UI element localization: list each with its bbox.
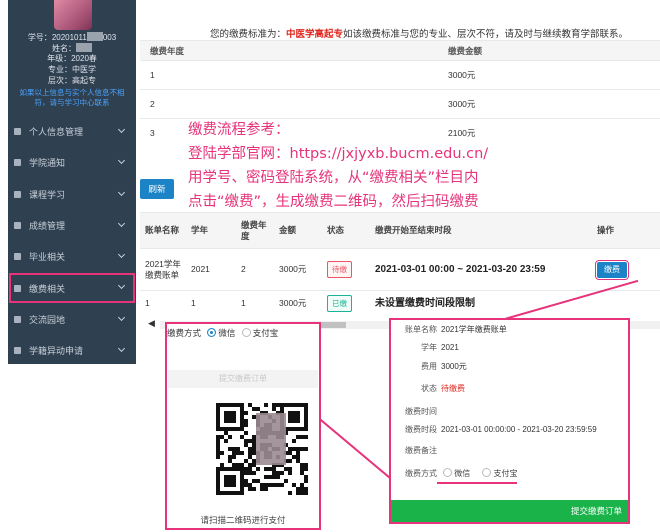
chevron-down-icon — [117, 282, 126, 290]
chevron-down-icon — [117, 125, 126, 134]
sidebar-item-notices[interactable]: 学院通知 — [8, 147, 136, 178]
table-cell: 1 — [186, 290, 236, 317]
annotation-underline — [437, 482, 517, 484]
chevron-down-icon — [117, 157, 126, 165]
chevron-down-icon — [117, 188, 126, 196]
table-cell — [592, 290, 660, 317]
payment-method-selector: 缴费方式 微信 支付宝 — [167, 328, 279, 338]
column-header: 学年 — [186, 212, 236, 249]
menu-icon — [14, 190, 21, 198]
avatar — [54, 0, 92, 30]
table-cell: 已缴 — [322, 290, 370, 317]
table-header-row: 账单名称 学年 缴费年度 金额 状态 缴费开始至结束时段 操作 — [140, 212, 660, 249]
sidebar: 学号：20201011 003 姓名： 年级：2020春 专业：中医学 层次：高起… — [8, 0, 136, 364]
column-header: 状态 — [322, 212, 370, 249]
table-cell: 待缴 — [322, 248, 370, 291]
menu-icon — [14, 284, 21, 292]
table-cell: 2 — [140, 89, 438, 119]
wechat-radio[interactable] — [443, 468, 453, 477]
status-badge: 待缴费 — [441, 384, 465, 393]
chevron-down-icon — [117, 313, 126, 321]
chevron-down-icon — [117, 345, 126, 353]
student-grade: 年级：2020春 — [47, 54, 97, 63]
column-header: 操作 — [592, 212, 660, 249]
table-cell: 1 — [140, 290, 186, 317]
detail-row: 缴费备注 — [405, 446, 437, 455]
redacted-block — [256, 413, 286, 465]
submit-order-button-disabled[interactable]: 提交缴费订单 — [168, 370, 318, 388]
payment-method-selector: 缴费方式 微信 支付宝 — [405, 468, 518, 478]
table-cell: 1 — [236, 290, 274, 317]
table-cell: 2021 — [186, 248, 236, 291]
table-cell: 2 — [236, 248, 274, 291]
detail-row: 学年 2021 — [421, 343, 459, 352]
redacted-block — [86, 32, 103, 41]
fee-standard-notice: 您的缴费标准为：中医学高起专如该缴费标准与您的专业、层次不符，请及时与继续教育学… — [210, 29, 629, 40]
student-level: 层次：高起专 — [48, 76, 96, 85]
menu-icon — [14, 128, 21, 136]
sidebar-item-graduation[interactable]: 毕业相关 — [8, 241, 136, 272]
table-cell: 3000元 — [274, 290, 322, 317]
column-header: 缴费年度 — [236, 212, 274, 249]
table-cell: 3000元 — [274, 248, 322, 291]
table-cell: 2021-03-01 00:00 ~ 2021-03-20 23:59 — [370, 248, 592, 291]
sidebar-item-personal-info[interactable]: 个人信息管理 — [8, 116, 136, 147]
menu-icon — [14, 222, 21, 230]
detail-row: 缴费时段 2021-03-01 00:00:00 - 2021-03-20 23:… — [405, 425, 597, 434]
status-badge: 待缴 — [327, 261, 352, 278]
student-id: 学号：20201011 003 — [27, 32, 117, 42]
column-header: 金额 — [274, 212, 322, 249]
payment-instructions-annotation: 缴费流程参考： 登陆学部官网：https://jxjyxb.bucm.edu.c… — [188, 122, 489, 210]
table-cell: 2021学年缴费账单 — [140, 248, 186, 291]
profile-note[interactable]: 如果以上信息与实个人信息不相符，请与学习中心联系 — [14, 88, 130, 108]
sidebar-item-payment[interactable]: 缴费相关 — [8, 272, 136, 303]
table-cell: 3000元 — [438, 89, 660, 119]
submit-order-button[interactable]: 提交缴费订单 — [391, 500, 628, 522]
table-row: 2 3000元 — [140, 89, 660, 119]
sidebar-item-forum[interactable]: 交流园地 — [8, 304, 136, 335]
menu-icon — [14, 159, 21, 167]
qr-payment-panel: 缴费方式 微信 支付宝 提交缴费订单 请扫描二维码进行支付 — [165, 322, 321, 530]
pay-button[interactable]: 缴费 — [595, 259, 629, 280]
bill-detail-panel: 账单名称 2021学年缴费账单 学年 2021 费用 3000元 状态 待缴费 缴费时间… — [389, 318, 630, 524]
table-row: 1 1 1 3000元 已缴 未设置缴费时间段限制 — [140, 290, 660, 317]
detail-row: 缴费时间 — [405, 407, 437, 416]
detail-row: 状态 待缴费 — [421, 384, 465, 393]
table-cell: 1 — [140, 60, 438, 90]
column-header: 缴费年度 — [140, 40, 438, 61]
chevron-down-icon — [117, 219, 126, 227]
column-header: 账单名称 — [140, 212, 186, 249]
table-row: 2021学年缴费账单 2021 2 3000元 待缴 2021-03-01 00… — [140, 248, 660, 291]
sidebar-item-grades[interactable]: 成绩管理 — [8, 210, 136, 241]
bill-table: 账单名称 学年 缴费年度 金额 状态 缴费开始至结束时段 操作 2021学年缴费… — [140, 212, 660, 317]
sidebar-menu: 个人信息管理 学院通知 课程学习 成绩管理 毕业相关 缴费相关 交流园地 学籍异… — [8, 116, 136, 366]
table-cell: 3000元 — [438, 60, 660, 90]
column-header: 缴费开始至结束时段 — [370, 212, 592, 249]
menu-icon — [14, 347, 21, 355]
qr-code — [216, 403, 308, 497]
student-major: 专业：中医学 — [48, 65, 96, 74]
detail-row: 账单名称 2021学年缴费账单 — [405, 325, 507, 334]
status-badge: 已缴 — [327, 295, 352, 313]
sidebar-item-courses[interactable]: 课程学习 — [8, 179, 136, 210]
redacted-block — [76, 43, 92, 52]
alipay-radio[interactable] — [241, 328, 251, 337]
user-profile: 学号：20201011 003 姓名： 年级：2020春 专业：中医学 层次：高起… — [8, 0, 136, 114]
qr-caption: 请扫描二维码进行支付 — [200, 515, 286, 525]
alipay-radio[interactable] — [482, 468, 492, 477]
detail-row: 费用 3000元 — [421, 362, 467, 371]
column-header: 缴费金额 — [438, 40, 660, 61]
table-row: 1 3000元 — [140, 60, 660, 90]
wechat-radio[interactable] — [207, 328, 217, 337]
menu-icon — [14, 253, 21, 261]
scroll-left-icon[interactable]: ◀ — [148, 318, 156, 328]
sidebar-item-status-change[interactable]: 学籍异动申请 — [8, 335, 136, 366]
chevron-down-icon — [117, 251, 126, 259]
refresh-button[interactable]: 刷新 — [140, 179, 174, 199]
student-name: 姓名： — [8, 43, 136, 54]
menu-icon — [14, 315, 21, 323]
table-header-row: 缴费年度 缴费金额 — [140, 40, 660, 61]
